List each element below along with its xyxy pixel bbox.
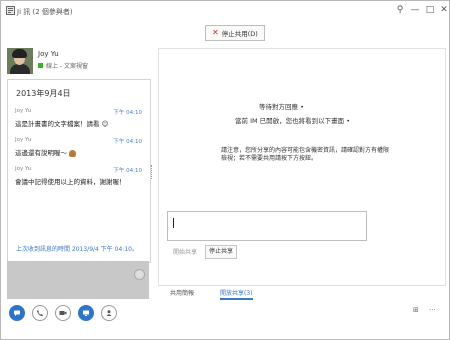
sharing-stage: 等待對方回應 • 當前 IM 已開啟，您也將看到以下畫面 • 請注意，您所分享的… [158,45,448,300]
message-time: 下午 04:10 [113,168,142,174]
bottom-toolbar: ⊞ ··· [1,297,449,339]
stage-input[interactable] [167,211,367,241]
list-item: Joy Yu 下午 04:10 這邊還有說明喔～ [8,137,150,163]
panel-splitter[interactable] [151,165,154,179]
text-caret [173,218,174,228]
contact-status: 線上 - 文案視窗 [38,61,88,70]
participants-icon[interactable] [101,305,117,321]
minimize-button[interactable]: — [410,5,420,15]
stop-share-button[interactable]: 停止共享 [205,245,238,259]
conversation-history[interactable]: 2013年9月4日 Joy Yu 下午 04:10 這是計畫書的文字檔案！請看 … [7,79,151,263]
emoticon-icon[interactable] [134,269,145,280]
stop-sharing-button[interactable]: ✕ 停止共用(D) [205,25,265,41]
left-panel: Joy Yu 線上 - 文案視窗 2013年9月4日 Joy Yu 下午 04:… [1,45,153,299]
message-time: 下午 04:10 [113,139,142,145]
stop-sharing-label: 停止共用(D) [221,30,258,38]
title-bar: Ji 訊 (2 個參與者) ⚲ — □ ✕ [1,1,449,21]
app-icon [6,6,15,15]
conversation-date: 2013年9月4日 [16,89,71,98]
contact-name: Joy Yu [38,50,59,58]
message-time: 下午 04:10 [113,110,142,116]
im-icon[interactable] [9,305,25,321]
maximize-button[interactable]: □ [425,5,435,15]
share-icon[interactable] [78,305,94,321]
avatar [7,48,33,74]
message-text: 這邊還有說明喔～ [15,147,76,157]
contact-status-text: 線上 - 文案視窗 [46,63,88,70]
pin-icon[interactable]: ⚲ [395,5,405,15]
last-message-info: 上次收到訊息的時間 2013/9/4 下午 04:10。 [16,246,138,253]
close-icon: ✕ [212,28,219,37]
message-sender: Joy Yu [15,166,32,172]
list-item: Joy Yu 下午 04:10 這是計畫書的文字檔案！請看 ☺ [8,108,150,134]
window-title: Ji 訊 (2 個參與者) [17,8,73,16]
tab-shared-presentation[interactable]: 共用簡報 [170,288,194,297]
more-options-icon[interactable]: ··· [429,306,436,314]
conversation-window: Ji 訊 (2 個參與者) ⚲ — □ ✕ ✕ 停止共用(D) Joy Yu 線… [0,0,450,340]
contact-card[interactable]: Joy Yu 線上 - 文案視窗 [1,45,153,79]
snail-emoticon-icon [69,149,76,157]
waiting-text: 等待對方回應 • [259,103,304,111]
close-button[interactable]: ✕ [439,5,449,15]
message-sender: Joy Yu [15,108,32,114]
sharing-note: 請注意，您所分享的內容可能包含機密資訊，請確認對方有權限檢視；若不需要共用請按下… [221,147,390,162]
sharing-content: 等待對方回應 • 當前 IM 已開啟，您也將看到以下畫面 • 請注意，您所分享的… [158,48,446,286]
message-text: 會議中記得使用以上的資料，謝謝喔！ [15,178,126,186]
phone-icon[interactable] [32,305,48,321]
layout-icon[interactable]: ⊞ [413,306,419,314]
message-list: Joy Yu 下午 04:10 這是計畫書的文字檔案！請看 ☺ Joy Yu 下… [8,108,150,195]
list-item: Joy Yu 下午 04:10 會議中記得使用以上的資料，謝謝喔！ [8,166,150,192]
message-text: 這是計畫書的文字檔案！請看 ☺ [15,120,109,128]
invite-text: 當前 IM 已開啟，您也將看到以下畫面 • [235,117,351,125]
message-compose-area[interactable] [7,261,149,299]
request-label: 開始共享 [173,249,198,256]
video-icon[interactable] [55,305,71,321]
presence-icon [38,63,43,68]
message-sender: Joy Yu [15,137,32,143]
